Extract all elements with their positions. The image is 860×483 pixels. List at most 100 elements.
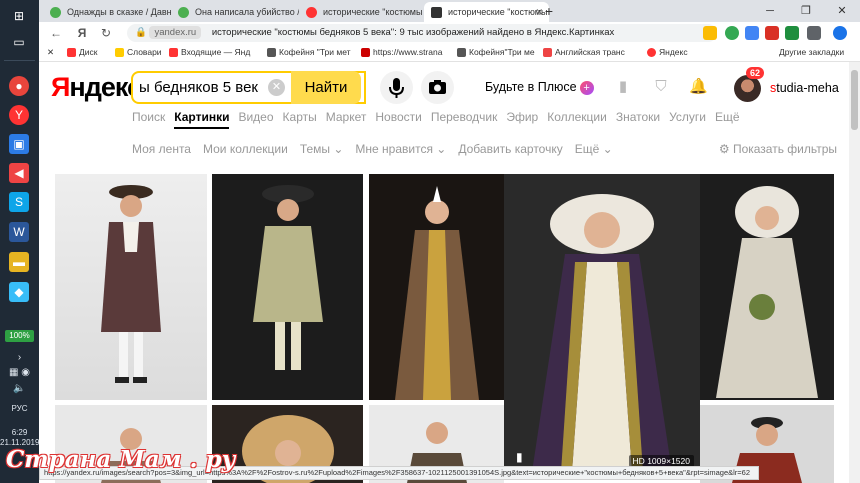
filter-add-card[interactable]: Добавить карточку: [458, 142, 562, 156]
shield-icon[interactable]: ⛉: [652, 78, 670, 96]
bookmark-item[interactable]: Диск: [67, 47, 97, 57]
volume-icon[interactable]: 🔈: [0, 383, 39, 394]
media-player-icon[interactable]: ◀: [9, 163, 29, 183]
file-explorer-icon[interactable]: ▬: [9, 252, 29, 272]
app-icon[interactable]: ◆: [9, 282, 29, 302]
show-filters-label: Показать фильтры: [732, 142, 837, 156]
service-znatoki[interactable]: Знатоки: [616, 110, 660, 124]
app-icon[interactable]: ▣: [9, 134, 29, 154]
extension-icon[interactable]: [807, 26, 821, 40]
service-video[interactable]: Видео: [238, 110, 273, 124]
avatar[interactable]: [734, 75, 761, 102]
extension-icon[interactable]: [703, 26, 717, 40]
clear-icon[interactable]: ✕: [268, 79, 285, 96]
search-input[interactable]: ы бедняков 5 века": [139, 73, 259, 102]
language-indicator[interactable]: РУС: [0, 404, 39, 413]
extension-icon[interactable]: [765, 26, 779, 40]
system-tray-icons[interactable]: ▦ ◉: [0, 367, 39, 378]
clock-time[interactable]: 6:29: [0, 428, 39, 437]
apps-icon[interactable]: ✕: [47, 47, 54, 58]
scroll-thumb[interactable]: [851, 70, 858, 130]
address-bar-row: ← Я ↻ 🔒 yandex.ru исторические "костюмы …: [39, 22, 860, 44]
browser-tab[interactable]: Однажды в сказке / Давн: [43, 2, 171, 22]
service-translate[interactable]: Переводчик: [431, 110, 498, 124]
service-maps[interactable]: Карты: [283, 110, 317, 124]
bell-icon[interactable]: 🔔: [689, 78, 708, 96]
service-collections[interactable]: Коллекции: [547, 110, 607, 124]
shield-extension-icon[interactable]: [725, 26, 739, 40]
url-field[interactable]: 🔒 yandex.ru исторические "костюмы бедняк…: [127, 24, 717, 42]
service-market[interactable]: Маркет: [326, 110, 367, 124]
tab-title: Однажды в сказке / Давн: [67, 7, 171, 17]
service-news[interactable]: Новости: [375, 110, 421, 124]
extension-icon[interactable]: [745, 26, 759, 40]
windows-start-icon[interactable]: ⊞: [9, 6, 29, 26]
filter-topics[interactable]: Темы ⌄: [300, 142, 344, 156]
service-images[interactable]: Картинки: [174, 110, 229, 129]
plus-link[interactable]: Будьте в Плюсе +: [485, 80, 594, 95]
bookmark-favicon-icon: [543, 48, 552, 57]
task-view-icon[interactable]: ▭: [9, 32, 29, 52]
service-efir[interactable]: Эфир: [506, 110, 538, 124]
bookmark-item[interactable]: Кофейня "Три мет: [267, 47, 351, 57]
services-nav: Поиск Картинки Видео Карты Маркет Новости Пере…: [132, 110, 749, 129]
close-window-icon[interactable]: ✕: [824, 0, 860, 22]
microphone-icon: [389, 78, 404, 98]
bookmark-favicon-icon: [115, 48, 124, 57]
profile-icon[interactable]: [833, 26, 847, 40]
bookmark-favicon-icon: [361, 48, 370, 57]
tab-favicon-icon: [178, 7, 189, 18]
service-more[interactable]: Ещё: [715, 110, 740, 124]
back-icon[interactable]: ←: [47, 25, 65, 41]
bookmark-favicon-icon: [67, 48, 76, 57]
bookmark-item[interactable]: Кофейня"Три ме: [457, 47, 535, 57]
chrome-icon[interactable]: ●: [9, 76, 29, 96]
browser-tab-active[interactable]: исторические "костюмы б ✕: [424, 2, 549, 22]
minimize-icon[interactable]: ─: [752, 0, 788, 22]
yandex-logo[interactable]: Яндекс: [51, 72, 142, 103]
skype-icon[interactable]: S: [9, 192, 29, 212]
costume-figure-image: [532, 194, 672, 472]
chevron-up-icon[interactable]: ›: [0, 352, 39, 363]
service-uslugi[interactable]: Услуги: [669, 110, 706, 124]
username[interactable]: studia-meha: [770, 81, 839, 95]
bookmark-item[interactable]: Входящие — Янд: [169, 47, 250, 57]
image-result-hovered[interactable]: ▮ HD 1009×1520: [504, 174, 700, 472]
page-scrollbar[interactable]: [849, 62, 860, 483]
restore-icon[interactable]: ❐: [788, 0, 824, 22]
tab-title: Она написала убийство / з: [195, 7, 299, 17]
find-button[interactable]: Найти: [291, 71, 361, 104]
filter-likes[interactable]: Мне нравится ⌄: [355, 142, 446, 156]
image-result[interactable]: [55, 174, 207, 400]
bookmark-item[interactable]: Английская транс: [543, 47, 625, 57]
other-bookmarks[interactable]: Другие закладки: [779, 47, 844, 57]
show-filters-button[interactable]: ⚙ Показать фильтры: [719, 142, 837, 156]
tab-favicon-icon: [50, 7, 61, 18]
image-result[interactable]: [369, 174, 504, 400]
download-extension-icon[interactable]: [785, 26, 799, 40]
yandex-browser-icon[interactable]: Y: [9, 105, 29, 125]
bookmark-item[interactable]: https://www.strana: [361, 47, 442, 57]
image-search-button[interactable]: [421, 71, 454, 104]
service-search[interactable]: Поиск: [132, 110, 165, 124]
voice-search-button[interactable]: [380, 71, 413, 104]
browser-tab[interactable]: исторические "костюмы б: [299, 2, 424, 22]
url-page-title: исторические "костюмы бедняков 5 века": …: [211, 27, 615, 38]
filter-my-feed[interactable]: Моя лента: [132, 142, 191, 156]
browser-tab[interactable]: Она написала убийство / з: [171, 2, 299, 22]
word-icon[interactable]: W: [9, 222, 29, 242]
reload-icon[interactable]: ↻: [97, 25, 115, 41]
filter-more[interactable]: Ещё ⌄: [575, 142, 613, 156]
bookmark-icon[interactable]: ▮: [516, 450, 523, 464]
bookmark-item[interactable]: Яндекс: [647, 47, 688, 57]
battery-indicator[interactable]: 100%: [5, 330, 34, 342]
bookmark-item[interactable]: Словари: [115, 47, 162, 57]
notification-badge: 62: [746, 67, 765, 79]
filter-my-collections[interactable]: Мои коллекции: [203, 142, 288, 156]
image-result[interactable]: [700, 174, 834, 400]
bookmark-icon[interactable]: ▮: [614, 78, 632, 96]
new-tab-button[interactable]: +: [539, 0, 559, 22]
image-result[interactable]: [212, 174, 363, 400]
yandex-y-icon[interactable]: Я: [73, 25, 91, 41]
bookmarks-bar: ✕ Диск Словари Входящие — Янд Кофейня "Т…: [39, 44, 860, 62]
